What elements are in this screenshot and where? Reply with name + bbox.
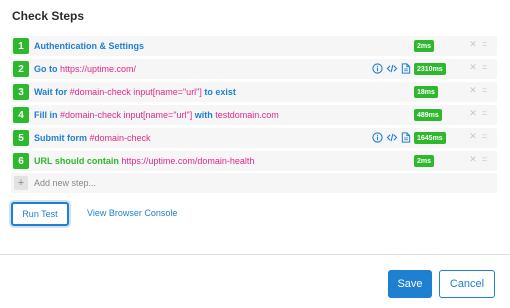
step-text: with — [192, 110, 216, 120]
step-text: Fill in — [34, 110, 60, 120]
drag-handle-icon[interactable]: = — [479, 39, 489, 49]
plus-icon[interactable]: + — [14, 176, 28, 190]
step-value: https://uptime.com/ — [60, 64, 137, 74]
remove-step-icon[interactable]: ✕ — [468, 154, 478, 165]
step-row[interactable]: 6 URL should contain https://uptime.com/d… — [11, 151, 497, 171]
step-number: 1 — [13, 38, 29, 54]
step-row[interactable]: 4 Fill in #domain-check input[name="url"]… — [11, 105, 497, 125]
step-description[interactable]: URL should contain https://uptime.com/do… — [34, 156, 254, 166]
remove-step-icon[interactable]: ✕ — [468, 131, 478, 142]
drag-handle-icon[interactable]: = — [479, 62, 489, 72]
step-text: Go to — [34, 64, 60, 74]
view-browser-console-link[interactable]: View Browser Console — [87, 208, 177, 218]
step-row[interactable]: 3 Wait for #domain-check input[name="url"… — [11, 82, 497, 102]
remove-step-icon[interactable]: ✕ — [468, 39, 478, 50]
step-action-icons — [371, 62, 413, 75]
remove-step-icon[interactable]: ✕ — [468, 85, 478, 96]
remove-step-icon[interactable]: ✕ — [468, 62, 478, 73]
step-description[interactable]: Wait for #domain-check input[name="url"]… — [34, 87, 236, 97]
drag-handle-icon[interactable]: = — [479, 154, 489, 164]
step-number: 2 — [13, 61, 29, 77]
step-number: 3 — [13, 84, 29, 100]
duration-badge: 489ms — [414, 109, 442, 121]
step-description[interactable]: Submit form #domain-check — [34, 133, 151, 143]
add-step-input[interactable]: Add new step... — [34, 178, 96, 188]
step-value: testdomain.com — [215, 110, 279, 120]
step-row[interactable]: 1 Authentication & Settings 2ms ✕ = — [11, 36, 497, 56]
remove-step-icon[interactable]: ✕ — [468, 108, 478, 119]
step-row[interactable]: 2 Go to https://uptime.com/2310ms ✕ = — [11, 59, 497, 79]
file-icon[interactable] — [399, 62, 412, 75]
step-description[interactable]: Fill in #domain-check input[name="url"] … — [34, 110, 279, 120]
duration-badge: 2ms — [414, 155, 435, 167]
code-icon[interactable] — [385, 131, 398, 144]
info-icon[interactable] — [371, 131, 384, 144]
add-step-row[interactable]: + Add new step... — [11, 173, 497, 193]
step-number: 4 — [13, 107, 29, 123]
drag-handle-icon[interactable]: = — [479, 85, 489, 95]
duration-badge: 2ms — [414, 40, 435, 52]
step-text: to exist — [201, 87, 236, 97]
save-button[interactable]: Save — [388, 270, 432, 298]
page-title: Check Steps — [12, 9, 85, 23]
drag-handle-icon[interactable]: = — [479, 108, 489, 118]
step-value: #domain-check input[name="url"] — [69, 87, 202, 97]
code-icon[interactable] — [385, 62, 398, 75]
step-description[interactable]: Go to https://uptime.com/ — [34, 64, 136, 74]
step-value: #domain-check input[name="url"] — [60, 110, 193, 120]
step-number: 6 — [13, 153, 29, 169]
run-test-button[interactable]: Run Test — [11, 202, 69, 226]
info-icon[interactable] — [371, 62, 384, 75]
step-value: https://uptime.com/domain-health — [121, 156, 255, 166]
step-description[interactable]: Authentication & Settings — [34, 41, 144, 51]
duration-badge: 2310ms — [414, 63, 446, 75]
step-text: Authentication & Settings — [34, 41, 144, 51]
duration-badge: 1645ms — [414, 132, 446, 144]
step-row[interactable]: 5 Submit form #domain-check 1645ms ✕ = — [11, 128, 497, 148]
cancel-button[interactable]: Cancel — [439, 270, 495, 298]
step-action-icons — [371, 131, 413, 144]
step-text: URL should contain — [34, 156, 122, 166]
step-text: Submit form — [34, 133, 90, 143]
steps-list: 1 Authentication & Settings 2ms ✕ = 2 Go to ht… — [11, 36, 497, 174]
divider — [0, 254, 510, 255]
file-icon[interactable] — [399, 131, 412, 144]
drag-handle-icon[interactable]: = — [479, 131, 489, 141]
step-text: Wait for — [34, 87, 70, 97]
step-value: #domain-check — [89, 133, 151, 143]
step-number: 5 — [13, 130, 29, 146]
duration-badge: 18ms — [414, 86, 438, 98]
